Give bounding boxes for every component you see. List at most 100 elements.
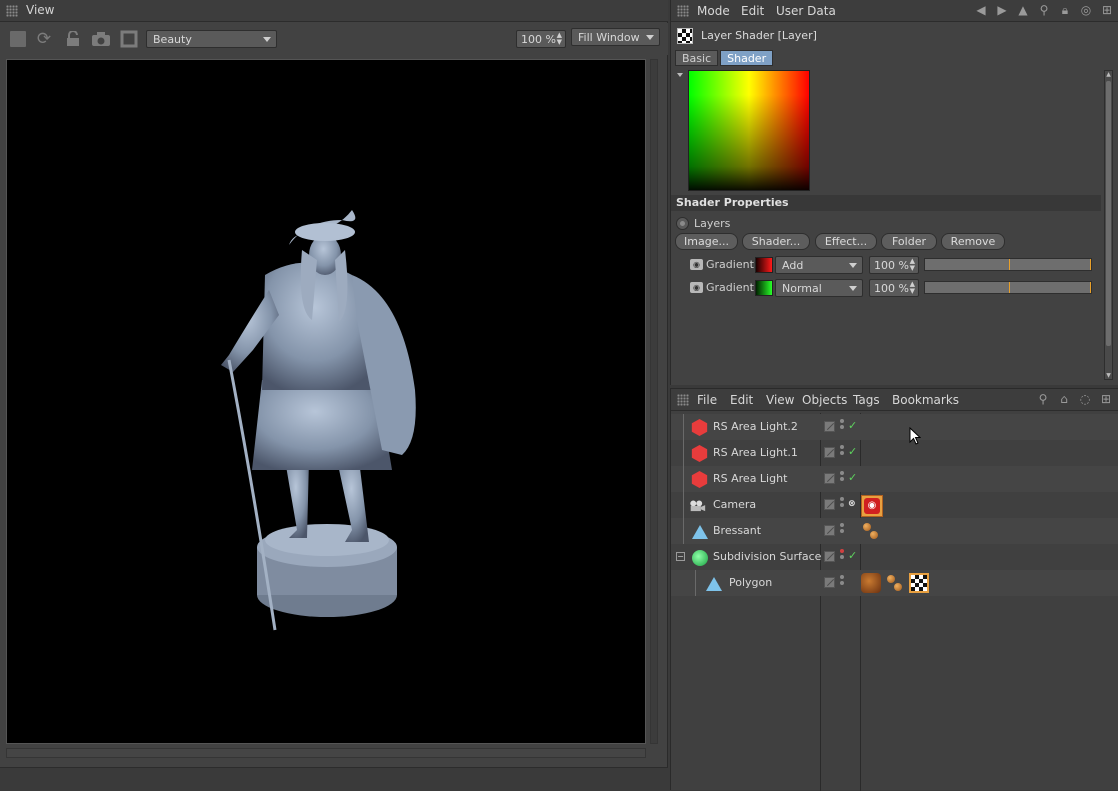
visibility-toggle[interactable] [824, 525, 835, 536]
layer-opacity-field[interactable]: 100 % ▲ ▼ [869, 256, 919, 274]
gradient-swatch-red[interactable] [755, 257, 773, 273]
object-name[interactable]: Polygon [729, 576, 772, 589]
scroll-up-icon[interactable]: ▲ [1105, 71, 1112, 78]
panel-grip-icon[interactable] [677, 5, 689, 17]
back-arrow-icon[interactable]: ◀ [973, 3, 989, 19]
aov-channel-dropdown[interactable]: Beauty [146, 30, 277, 48]
blend-mode-dropdown[interactable]: Normal [775, 279, 863, 297]
menu-file[interactable]: File [697, 393, 717, 407]
panel-grip-icon[interactable] [6, 5, 18, 17]
attribute-scrollbar[interactable]: ▲ ▼ [1104, 70, 1113, 380]
new-panel-icon[interactable]: ⊞ [1099, 3, 1115, 19]
editor-render-dots[interactable] [840, 497, 845, 511]
menu-edit[interactable]: Edit [741, 4, 764, 18]
editor-render-dots[interactable] [840, 575, 845, 589]
snapshot-camera-icon[interactable] [90, 29, 112, 49]
image-button[interactable]: Image... [675, 233, 738, 250]
spin-arrows-icon[interactable]: ▲ ▼ [910, 281, 915, 295]
layer-opacity-slider[interactable] [924, 258, 1092, 271]
vertical-scrollbar[interactable] [650, 59, 658, 744]
new-panel-icon[interactable]: ⊞ [1098, 392, 1114, 408]
layer-row[interactable]: ◉ Gradient Add 100 % ▲ ▼ [688, 256, 1098, 274]
editor-render-dots[interactable] [840, 419, 845, 433]
layer-opacity-field[interactable]: 100 % ▲ ▼ [869, 279, 919, 297]
material-tag-icon[interactable] [885, 573, 905, 593]
protection-tag-icon[interactable]: ⊗ [848, 499, 856, 509]
horizontal-scrollbar[interactable] [6, 748, 646, 758]
material-tag-icon[interactable] [861, 521, 881, 541]
remove-button[interactable]: Remove [941, 233, 1005, 250]
object-name[interactable]: Subdivision Surface [713, 550, 821, 563]
layer-opacity-slider[interactable] [924, 281, 1092, 294]
forward-arrow-icon[interactable]: ▶ [994, 3, 1010, 19]
menu-view[interactable]: View [766, 393, 794, 407]
scroll-down-icon[interactable]: ▼ [1105, 372, 1112, 379]
object-row[interactable]: Bressant [671, 518, 1118, 544]
search-icon[interactable]: ⚲ [1035, 392, 1051, 408]
enabled-check-icon[interactable]: ✓ [848, 471, 857, 484]
folder-button[interactable]: Folder [881, 233, 937, 250]
panel-grip-icon[interactable] [677, 394, 689, 406]
object-row[interactable]: − Subdivision Surface ✓ [671, 544, 1118, 570]
object-name[interactable]: Bressant [713, 524, 761, 537]
visibility-toggle[interactable] [824, 473, 835, 484]
layers-radio[interactable] [676, 217, 689, 230]
region-render-icon[interactable] [118, 29, 140, 49]
editor-render-dots[interactable] [840, 471, 845, 485]
menu-bookmarks[interactable]: Bookmarks [892, 393, 959, 407]
render-canvas[interactable] [6, 59, 646, 744]
object-name[interactable]: RS Area Light.2 [713, 420, 798, 433]
object-row[interactable]: RS Area Light ✓ [671, 466, 1118, 492]
lock-icon[interactable] [62, 29, 84, 49]
scroll-thumb[interactable] [1106, 81, 1111, 346]
object-name[interactable]: RS Area Light [713, 472, 787, 485]
visibility-toggle[interactable] [824, 499, 835, 510]
layers-icon[interactable]: ◌ [1077, 392, 1093, 408]
object-row[interactable]: RS Area Light.2 ✓ [671, 414, 1118, 440]
menu-user-data[interactable]: User Data [776, 4, 836, 18]
tab-basic[interactable]: Basic [675, 50, 719, 66]
stop-render-icon[interactable] [10, 31, 26, 47]
editor-render-dots[interactable] [840, 523, 845, 537]
object-row[interactable]: RS Area Light.1 ✓ [671, 440, 1118, 466]
spin-arrows-icon[interactable]: ▲ ▼ [910, 258, 915, 272]
effect-button[interactable]: Effect... [815, 233, 877, 250]
menu-objects[interactable]: Objects [802, 393, 847, 407]
visibility-toggle[interactable] [824, 551, 835, 562]
spin-arrows-icon[interactable]: ▲ ▼ [557, 32, 562, 46]
texture-tag-icon[interactable] [861, 573, 881, 593]
object-name[interactable]: RS Area Light.1 [713, 446, 798, 459]
object-row[interactable]: Camera ⊗ ◉ [671, 492, 1118, 518]
layer-row[interactable]: ◉ Gradient Normal 100 % ▲ ▼ [688, 279, 1098, 297]
object-row[interactable]: Polygon [671, 570, 1118, 596]
search-icon[interactable]: ⚲ [1036, 3, 1052, 19]
up-arrow-icon[interactable]: ▲ [1015, 3, 1031, 19]
shader-button[interactable]: Shader... [742, 233, 810, 250]
menu-tags[interactable]: Tags [853, 393, 880, 407]
menu-mode[interactable]: Mode [697, 4, 730, 18]
eye-icon[interactable]: ◉ [690, 259, 703, 270]
gradient-swatch-green[interactable] [755, 280, 773, 296]
editor-render-dots[interactable] [840, 549, 845, 563]
visibility-toggle[interactable] [824, 447, 835, 458]
lock-icon[interactable]: 🔒︎ [1057, 3, 1073, 19]
target-icon[interactable]: ◎ [1078, 3, 1094, 19]
menu-edit[interactable]: Edit [730, 393, 753, 407]
fit-mode-dropdown[interactable]: Fill Window [571, 28, 660, 46]
collapse-minus-icon[interactable]: − [676, 552, 685, 561]
editor-render-dots[interactable] [840, 445, 845, 459]
zoom-field[interactable]: 100 % ▲ ▼ [516, 30, 566, 48]
refresh-icon[interactable]: ⟳ [33, 29, 55, 49]
redshift-camera-tag-icon[interactable]: ◉ [861, 495, 883, 517]
object-name[interactable]: Camera [713, 498, 756, 511]
collapse-triangle-icon[interactable] [677, 73, 683, 77]
blend-mode-dropdown[interactable]: Add [775, 256, 863, 274]
home-icon[interactable]: ⌂ [1056, 392, 1072, 408]
enabled-check-icon[interactable]: ✓ [848, 445, 857, 458]
enabled-check-icon[interactable]: ✓ [848, 419, 857, 432]
layer-shader-tag-icon[interactable] [909, 573, 929, 593]
eye-icon[interactable]: ◉ [690, 282, 703, 293]
enabled-check-icon[interactable]: ✓ [848, 549, 857, 562]
visibility-toggle[interactable] [824, 421, 835, 432]
visibility-toggle[interactable] [824, 577, 835, 588]
